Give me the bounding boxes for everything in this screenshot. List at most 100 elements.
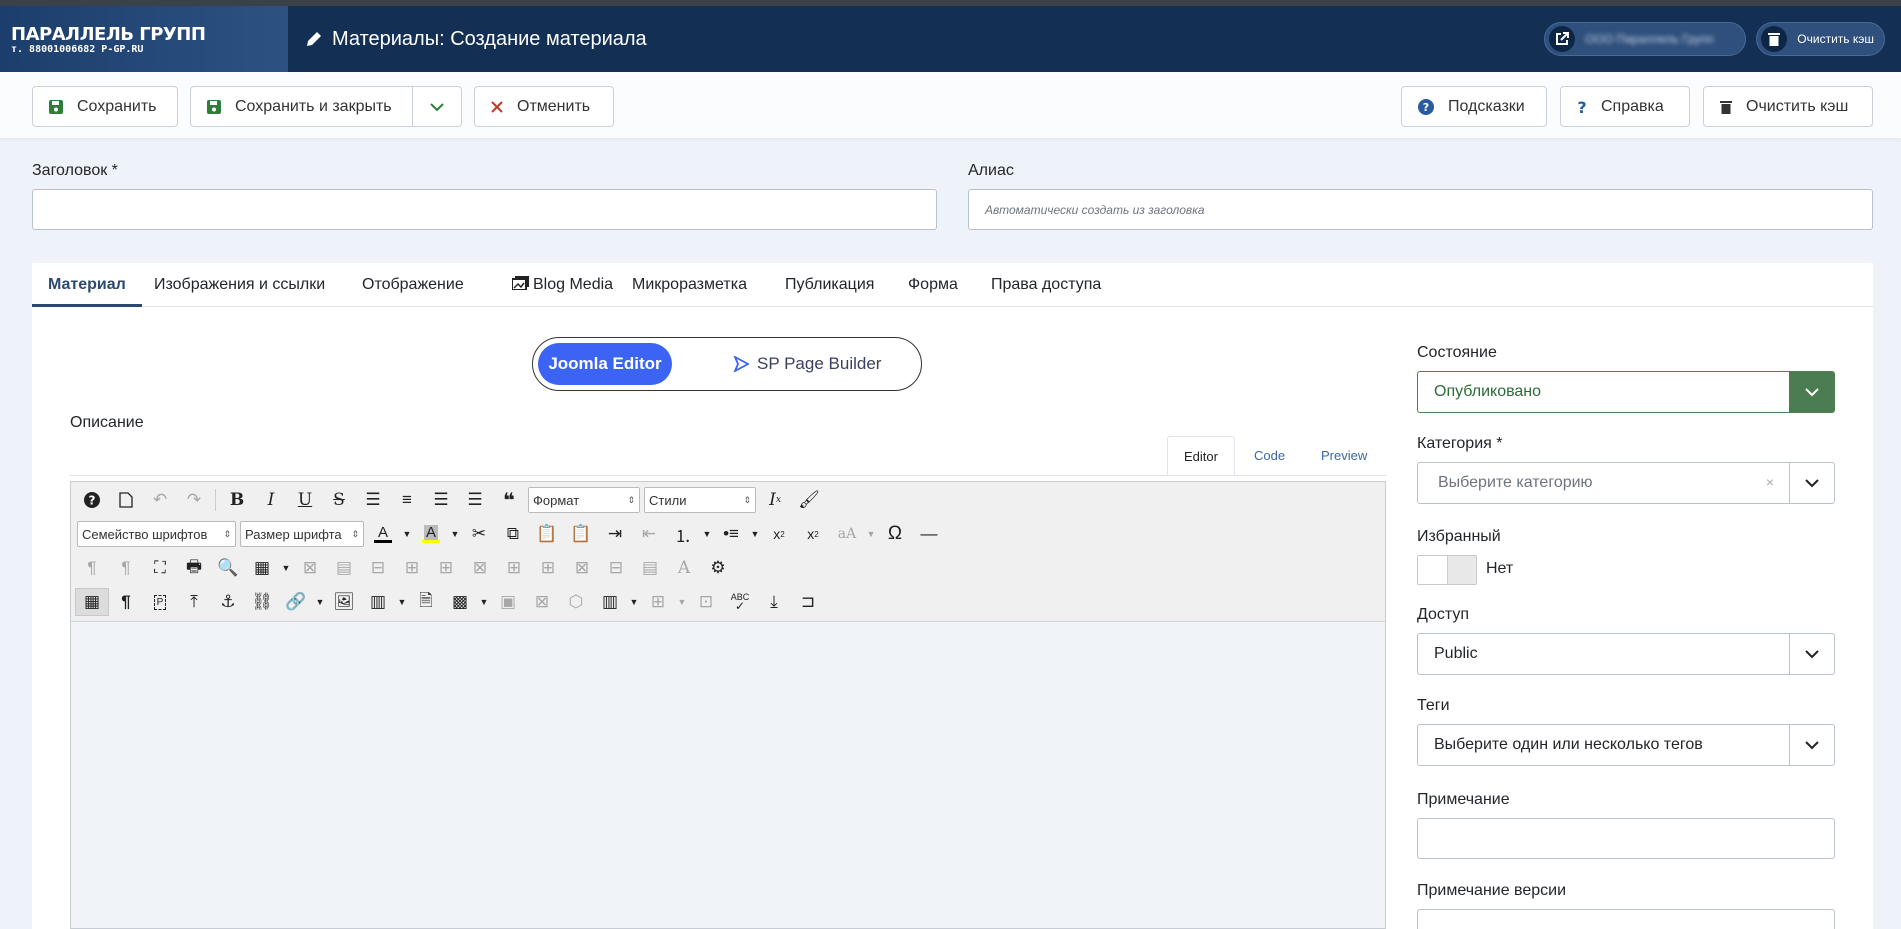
- form-field-icon[interactable]: ⊡: [689, 588, 723, 616]
- special-character-icon[interactable]: Ω: [878, 520, 912, 548]
- bullet-list-icon[interactable]: •≡: [714, 520, 748, 548]
- tab-images-links[interactable]: Изображения и ссылки: [138, 263, 341, 307]
- site-logo[interactable]: ПАРАЛЛЕЛЬ ГРУПП т. 88001006682 P-GP.RU: [0, 6, 288, 72]
- rich-text-editor[interactable]: ? ↶ ↷ B I U S ☰ ≡ ☰ ☰ ❝ Формат ⇕ Стили ⇕ I…: [70, 481, 1386, 929]
- joomla-editor-button[interactable]: Joomla Editor: [538, 343, 672, 385]
- bullet-list-dropdown-icon[interactable]: ▼: [748, 520, 762, 548]
- media-icon[interactable]: ▣: [491, 588, 525, 616]
- insert-row-after-icon[interactable]: ⊞: [429, 554, 463, 582]
- font-size-select[interactable]: Размер шрифта ⇕: [240, 521, 364, 547]
- unlink-icon[interactable]: ⛓: [245, 588, 279, 616]
- styles-select[interactable]: Стили ⇕: [644, 487, 756, 513]
- background-color-icon[interactable]: A: [414, 520, 448, 548]
- cut-icon[interactable]: ✂: [462, 520, 496, 548]
- insert-col-after-icon[interactable]: ⊞: [531, 554, 565, 582]
- save-close-button[interactable]: Сохранить и закрыть: [190, 86, 413, 127]
- outdent-icon[interactable]: ⇤: [632, 520, 666, 548]
- alias-input[interactable]: Автоматически создать из заголовка: [968, 189, 1873, 230]
- table-dropdown-icon[interactable]: ▼: [279, 554, 293, 582]
- table-icon[interactable]: ▦: [245, 554, 279, 582]
- help-button[interactable]: ? Справка: [1560, 86, 1690, 127]
- superscript-icon[interactable]: x2: [796, 520, 830, 548]
- tab-form[interactable]: Форма: [892, 263, 974, 307]
- template-icon[interactable]: ▩: [443, 588, 477, 616]
- category-select[interactable]: Выберите категорию ×: [1417, 462, 1835, 504]
- header-clear-cache-button[interactable]: Очистить кэш: [1756, 22, 1885, 56]
- cancel-button[interactable]: Отменить: [474, 86, 614, 127]
- text-color-icon[interactable]: A: [366, 520, 400, 548]
- align-justify-icon[interactable]: ☰: [356, 486, 390, 514]
- numbered-list-icon[interactable]: ⒈: [666, 520, 700, 548]
- align-right-icon[interactable]: ☰: [458, 486, 492, 514]
- featured-toggle[interactable]: [1417, 555, 1477, 585]
- tab-material[interactable]: Материал: [32, 263, 142, 307]
- horizontal-rule-icon[interactable]: —: [912, 520, 946, 548]
- anchor-icon[interactable]: ⚓: [211, 588, 245, 616]
- sp-page-builder-button[interactable]: SP Page Builder: [733, 338, 881, 390]
- insert-field-dropdown-icon[interactable]: ▼: [675, 588, 689, 616]
- show-blocks-icon[interactable]: ¶: [109, 588, 143, 616]
- font-style-icon[interactable]: A: [667, 554, 701, 582]
- columns-icon[interactable]: ▥: [593, 588, 627, 616]
- page-break-icon[interactable]: ⤓: [757, 588, 791, 616]
- numbered-list-dropdown-icon[interactable]: ▼: [700, 520, 714, 548]
- indent-icon[interactable]: ⇥: [598, 520, 632, 548]
- save-button[interactable]: Сохранить: [32, 86, 178, 127]
- paste-text-icon[interactable]: 📋: [564, 520, 598, 548]
- background-color-dropdown-icon[interactable]: ▼: [448, 520, 462, 548]
- access-select[interactable]: Public: [1417, 633, 1835, 675]
- module-icon[interactable]: ⬡: [559, 588, 593, 616]
- link-icon[interactable]: 🔗: [279, 588, 313, 616]
- table-row-props-icon[interactable]: ▤: [327, 554, 361, 582]
- editor-tab-code[interactable]: Code: [1238, 436, 1301, 476]
- readmore-icon[interactable]: ⊐: [791, 588, 825, 616]
- title-input[interactable]: [32, 189, 937, 230]
- clear-formatting-icon[interactable]: Ix: [758, 486, 792, 514]
- align-center-icon[interactable]: ≡: [390, 486, 424, 514]
- copy-icon[interactable]: ⧉: [496, 520, 530, 548]
- visual-aid-icon[interactable]: ▦: [75, 588, 109, 616]
- ltr-icon[interactable]: ¶: [75, 554, 109, 582]
- delete-table-icon[interactable]: ⊠: [293, 554, 327, 582]
- tags-select[interactable]: Выберите один или несколько тегов: [1417, 724, 1835, 766]
- remove-media-icon[interactable]: ⊠: [525, 588, 559, 616]
- tab-microdata[interactable]: Микроразметка: [616, 263, 763, 307]
- delete-col-icon[interactable]: ⊠: [565, 554, 599, 582]
- help-icon[interactable]: ?: [75, 486, 109, 514]
- clear-cache-button[interactable]: Очистить кэш: [1703, 86, 1873, 127]
- text-color-dropdown-icon[interactable]: ▼: [400, 520, 414, 548]
- version-note-input[interactable]: [1417, 909, 1835, 929]
- new-document-icon[interactable]: [109, 486, 143, 514]
- tab-blog-media[interactable]: Blog Media: [496, 263, 629, 307]
- redo-icon[interactable]: ↷: [177, 486, 211, 514]
- change-case-dropdown-icon[interactable]: ▼: [864, 520, 878, 548]
- link-dropdown-icon[interactable]: ▼: [313, 588, 327, 616]
- save-dropdown-button[interactable]: [412, 86, 462, 127]
- delete-row-icon[interactable]: ⊠: [463, 554, 497, 582]
- editor-tab-editor[interactable]: Editor: [1167, 436, 1235, 476]
- hints-button[interactable]: ? Подсказки: [1401, 86, 1547, 127]
- strikethrough-icon[interactable]: S: [322, 486, 356, 514]
- columns-dropdown-icon[interactable]: ▼: [627, 588, 641, 616]
- underline-icon[interactable]: U: [288, 486, 322, 514]
- insert-col-before-icon[interactable]: ⊞: [497, 554, 531, 582]
- blockquote-icon[interactable]: ❝: [492, 486, 526, 514]
- italic-icon[interactable]: I: [254, 486, 288, 514]
- undo-icon[interactable]: ↶: [143, 486, 177, 514]
- insert-row-before-icon[interactable]: ⊞: [395, 554, 429, 582]
- change-case-icon[interactable]: aA: [830, 520, 864, 548]
- print-icon[interactable]: 🖶: [177, 554, 211, 582]
- paint-brush-icon[interactable]: 🖌: [792, 486, 826, 514]
- fullscreen-icon[interactable]: ⛶: [143, 554, 177, 582]
- table-cell-props-icon[interactable]: ⊟: [361, 554, 395, 582]
- state-select[interactable]: Опубликовано: [1417, 371, 1835, 413]
- article-icon[interactable]: 🗎: [409, 588, 443, 616]
- note-input[interactable]: [1417, 818, 1835, 859]
- tab-display[interactable]: Отображение: [346, 263, 480, 307]
- clear-icon[interactable]: ×: [1766, 474, 1774, 490]
- bold-icon[interactable]: B: [220, 486, 254, 514]
- editor-tab-preview[interactable]: Preview: [1305, 436, 1383, 476]
- layout-dropdown-icon[interactable]: ▼: [395, 588, 409, 616]
- font-family-select[interactable]: Семейство шрифтов ⇕: [77, 521, 236, 547]
- view-site-button[interactable]: ООО Параллель Групп: [1544, 22, 1747, 56]
